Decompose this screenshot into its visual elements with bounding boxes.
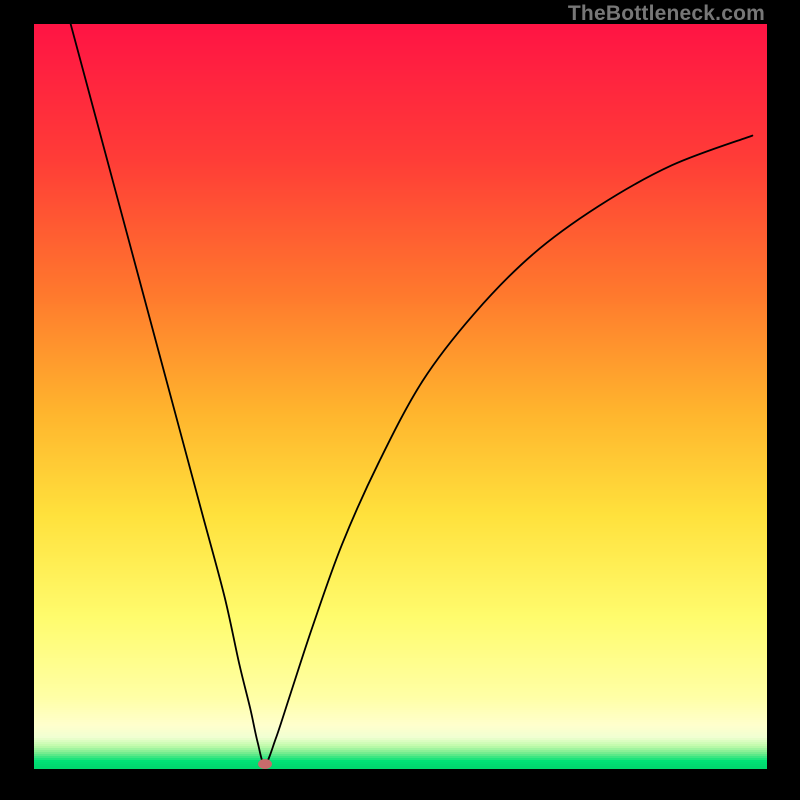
chart-frame: TheBottleneck.com bbox=[0, 0, 800, 800]
min-marker bbox=[258, 759, 272, 769]
watermark-text: TheBottleneck.com bbox=[568, 2, 765, 26]
plot-area bbox=[34, 24, 767, 768]
